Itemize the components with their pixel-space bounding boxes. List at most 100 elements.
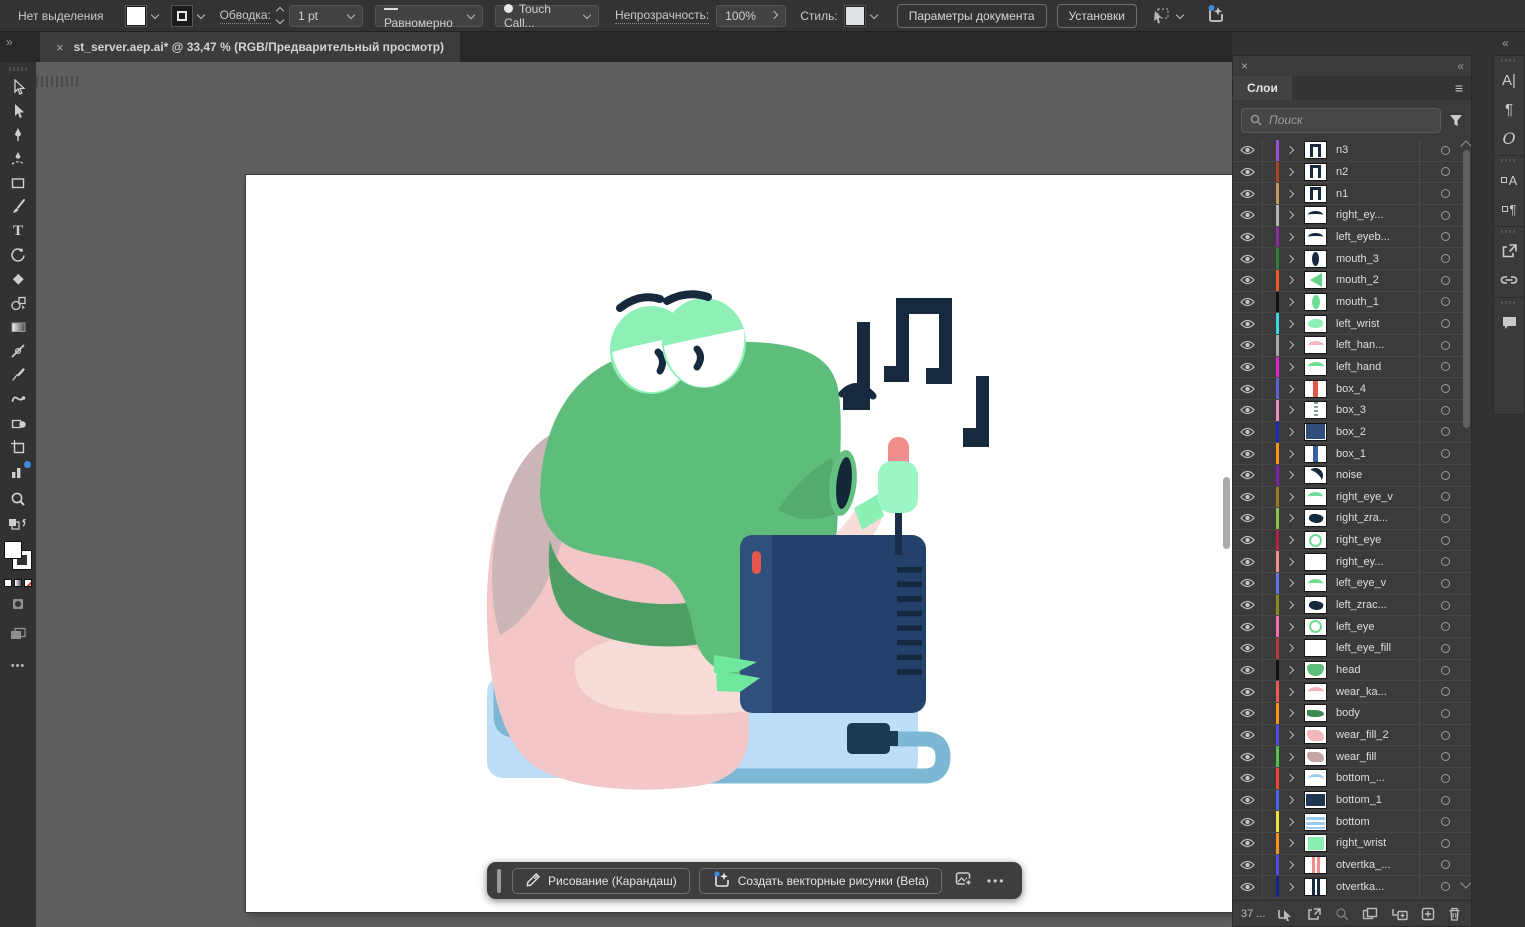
document-setup-button[interactable]: Параметры документа (896, 3, 1047, 28)
layer-row[interactable]: bottom_1 (1233, 789, 1471, 812)
layer-row[interactable]: wear_fill_2 (1233, 724, 1471, 747)
layer-thumbnail[interactable] (1304, 855, 1327, 874)
opacity-label[interactable]: Непрозрачность: (614, 8, 710, 24)
layer-name[interactable]: wear_ka... (1336, 686, 1419, 698)
visibility-eye-icon[interactable] (1233, 248, 1263, 269)
expand-chevron-icon[interactable] (1285, 644, 1295, 653)
target-circle-icon[interactable] (1441, 687, 1450, 697)
curvature-tool[interactable] (4, 147, 32, 171)
target-circle-icon[interactable] (1441, 167, 1450, 177)
visibility-eye-icon[interactable] (1233, 443, 1263, 464)
layer-thumbnail[interactable] (1304, 227, 1327, 246)
visibility-eye-icon[interactable] (1233, 746, 1263, 768)
layer-name[interactable]: right_ey... (1336, 556, 1419, 568)
layer-name[interactable]: right_zra... (1336, 512, 1419, 524)
layer-thumbnail[interactable] (1304, 791, 1327, 810)
gradient-tool[interactable] (4, 315, 32, 339)
visibility-eye-icon[interactable] (1233, 573, 1263, 594)
dock-collapse-icon[interactable]: « (1502, 36, 1509, 50)
zoom-tool[interactable] (4, 487, 32, 511)
layer-name[interactable]: mouth_3 (1336, 253, 1419, 265)
target-circle-icon[interactable] (1441, 145, 1450, 155)
layer-name[interactable]: left_eye_fill (1336, 642, 1419, 654)
layer-thumbnail[interactable] (1304, 617, 1327, 636)
layer-thumbnail[interactable] (1304, 487, 1327, 506)
target-circle-icon[interactable] (1441, 492, 1450, 502)
expand-chevron-icon[interactable] (1285, 427, 1295, 437)
layer-thumbnail[interactable] (1304, 596, 1327, 615)
target-circle-icon[interactable] (1441, 319, 1450, 329)
direct-selection-tool[interactable] (4, 99, 32, 123)
layer-thumbnail[interactable] (1304, 249, 1327, 268)
expand-chevron-icon[interactable] (1285, 254, 1295, 263)
eraser-tool[interactable] (4, 267, 32, 291)
layer-name[interactable]: right_wrist (1336, 837, 1419, 849)
layer-thumbnail[interactable] (1304, 877, 1327, 896)
panel-collapse-icon[interactable]: « (1457, 59, 1464, 73)
layer-name[interactable]: box_4 (1336, 383, 1419, 395)
layer-thumbnail[interactable] (1304, 704, 1327, 723)
layer-row[interactable]: otvertka... (1233, 876, 1471, 898)
expand-chevron-icon[interactable] (1285, 492, 1295, 502)
layer-row[interactable]: left_eyeb... (1233, 226, 1471, 249)
visibility-eye-icon[interactable] (1233, 724, 1263, 746)
target-circle-icon[interactable] (1441, 535, 1450, 545)
layer-row[interactable]: right_ey... (1233, 551, 1471, 574)
target-circle-icon[interactable] (1441, 189, 1450, 199)
width-tool[interactable] (4, 339, 32, 363)
eyedropper-tool[interactable] (4, 363, 32, 387)
layer-name[interactable]: left_han... (1336, 339, 1419, 351)
layer-name[interactable]: mouth_2 (1336, 274, 1419, 286)
expand-chevron-icon[interactable] (1285, 622, 1295, 632)
artboard[interactable] (246, 175, 1232, 912)
target-circle-icon[interactable] (1441, 622, 1450, 632)
layer-row[interactable]: left_eye (1233, 616, 1471, 639)
expand-chevron-icon[interactable] (1285, 167, 1295, 177)
layer-name[interactable]: body (1336, 707, 1419, 719)
layer-row[interactable]: n3 (1233, 140, 1471, 162)
canvas[interactable] (36, 62, 1232, 927)
panel-menu-icon[interactable]: ≡ (1455, 80, 1463, 96)
target-circle-icon[interactable] (1441, 362, 1450, 372)
target-circle-icon[interactable] (1441, 513, 1450, 523)
layer-thumbnail[interactable] (1304, 466, 1327, 485)
layers-scrollbar[interactable] (1460, 140, 1471, 889)
layer-row[interactable]: box_4 (1233, 378, 1471, 400)
visibility-eye-icon[interactable] (1233, 854, 1263, 876)
layer-name[interactable]: n2 (1336, 166, 1419, 178)
new-window-icon[interactable] (1307, 907, 1322, 921)
stroke-profile-dropdown[interactable]: Равномерно (374, 4, 483, 30)
opacity-value[interactable]: 100% (716, 4, 787, 27)
visibility-eye-icon[interactable] (1233, 269, 1263, 291)
layer-row[interactable]: bottom_... (1233, 768, 1471, 790)
layer-thumbnail[interactable] (1304, 379, 1327, 398)
layer-row[interactable]: bottom (1233, 811, 1471, 833)
target-circle-icon[interactable] (1441, 773, 1450, 783)
comments-panel-icon[interactable] (1501, 311, 1518, 333)
target-circle-icon[interactable] (1441, 210, 1450, 220)
add-image-icon[interactable] (955, 871, 974, 890)
layer-row[interactable]: right_zra... (1233, 508, 1471, 530)
rotate-tool[interactable] (4, 243, 32, 267)
layer-name[interactable]: mouth_1 (1336, 296, 1419, 308)
layer-row[interactable]: left_wrist (1233, 313, 1471, 335)
layer-thumbnail[interactable] (1304, 271, 1327, 290)
expand-chevron-icon[interactable] (1285, 319, 1295, 328)
layer-thumbnail[interactable] (1304, 401, 1327, 420)
stroke-width-dropdown[interactable]: 1 pt (288, 4, 363, 27)
new-sublayer-icon[interactable] (1391, 907, 1409, 921)
visibility-eye-icon[interactable] (1233, 529, 1263, 551)
layer-row[interactable]: box_3 (1233, 399, 1471, 422)
selection-options-icon[interactable] (1151, 7, 1171, 25)
visibility-eye-icon[interactable] (1233, 486, 1263, 508)
layer-name[interactable]: n1 (1336, 188, 1419, 200)
visibility-eye-icon[interactable] (1233, 378, 1263, 399)
target-circle-icon[interactable] (1441, 882, 1450, 892)
visibility-eye-icon[interactable] (1233, 313, 1263, 334)
layer-thumbnail[interactable] (1304, 314, 1327, 333)
target-circle-icon[interactable] (1441, 340, 1450, 350)
target-circle-icon[interactable] (1441, 578, 1450, 588)
layer-row[interactable]: n1 (1233, 183, 1471, 205)
tab-close-icon[interactable]: × (56, 40, 64, 55)
layer-name[interactable]: box_2 (1336, 426, 1419, 438)
